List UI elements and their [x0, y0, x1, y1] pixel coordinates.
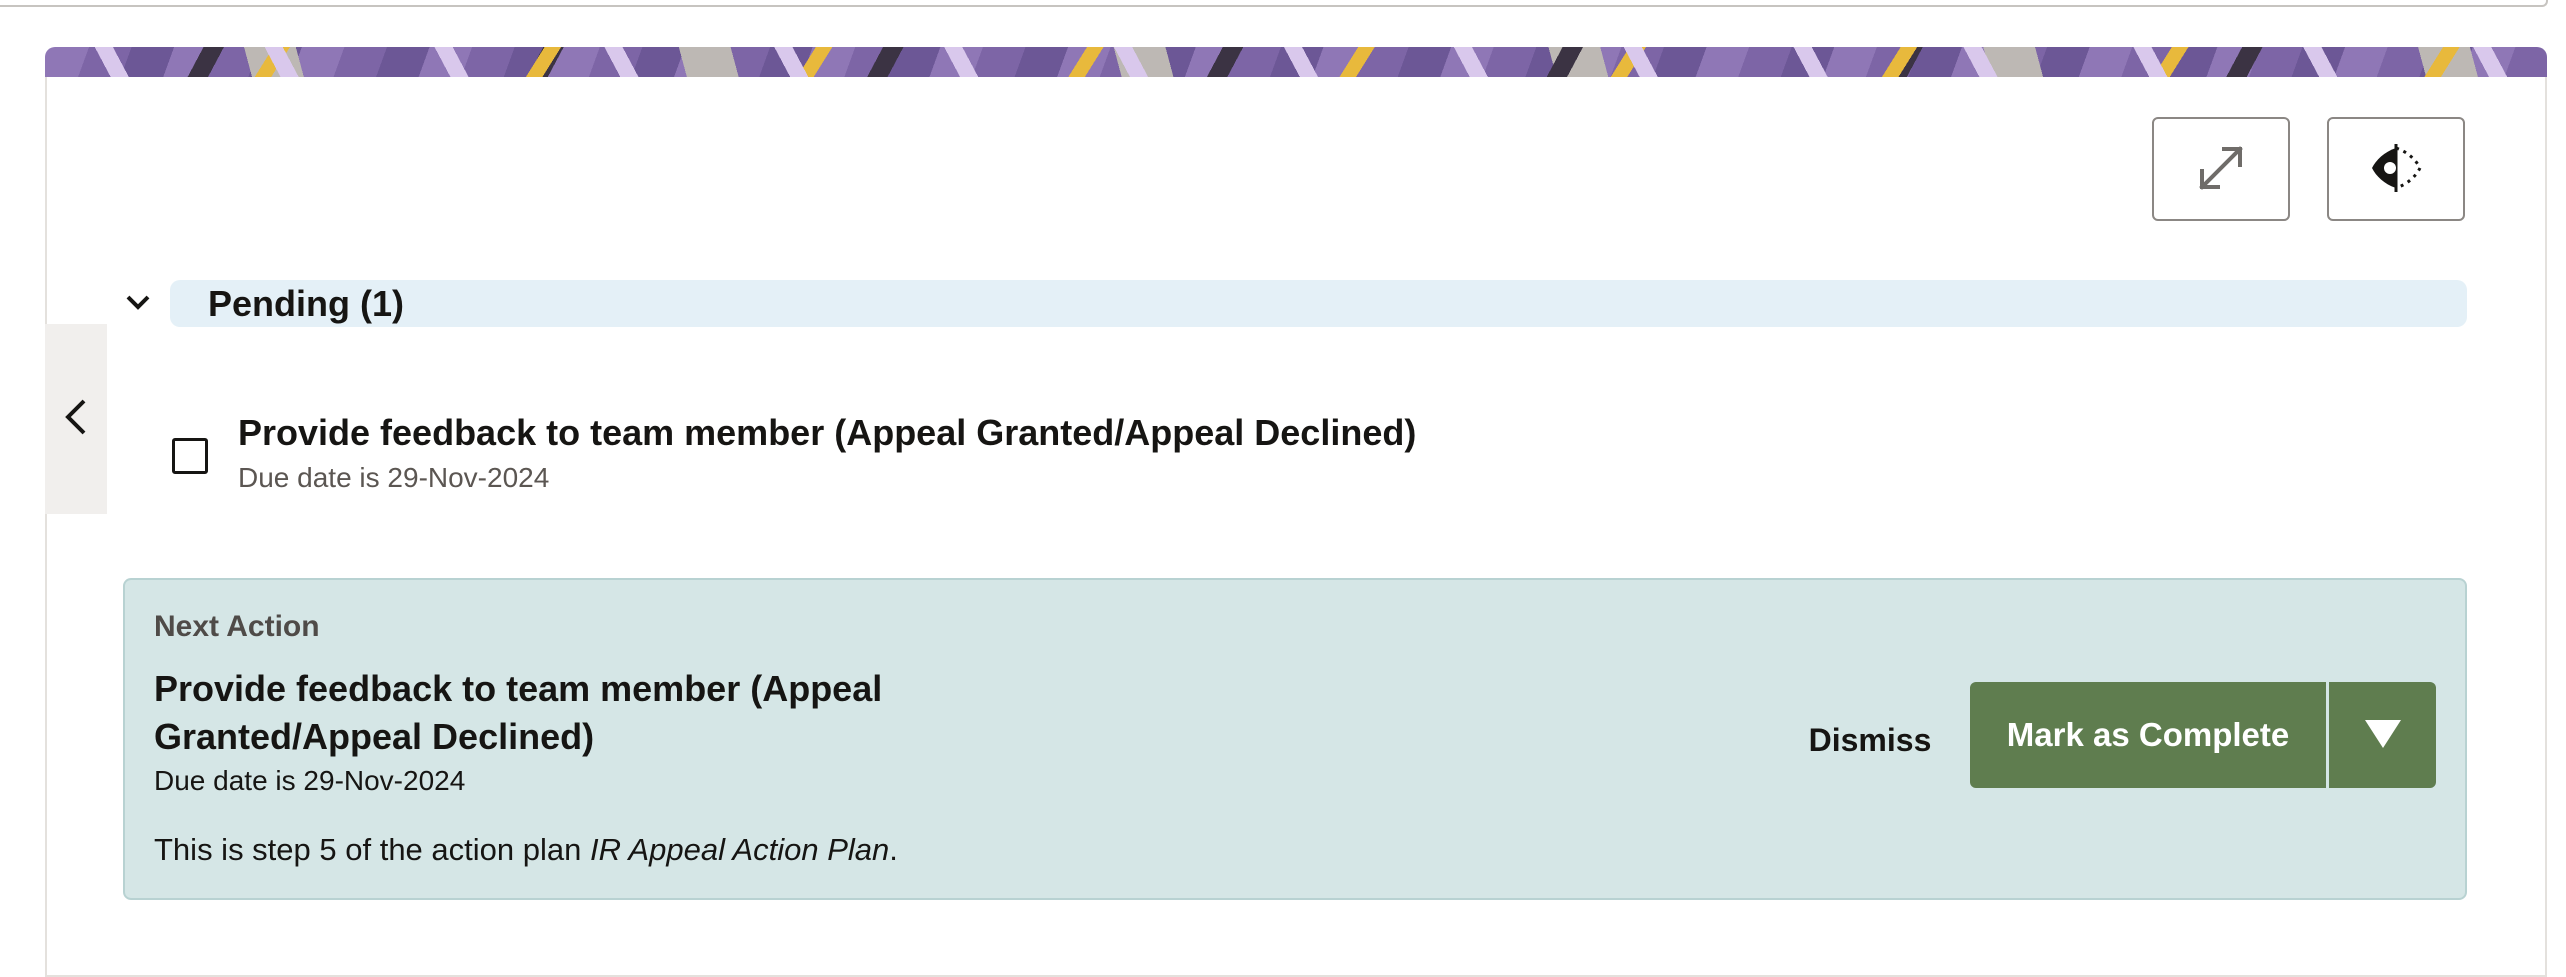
- chevron-down-icon: [124, 293, 152, 318]
- chevron-left-icon: [62, 395, 90, 444]
- top-border: [0, 0, 2548, 7]
- visibility-toggle-button[interactable]: [2327, 117, 2465, 221]
- pending-toggle[interactable]: [120, 287, 156, 323]
- task-due-date: Due date is 29-Nov-2024: [238, 462, 550, 493]
- expand-icon: [2194, 141, 2248, 198]
- expand-button[interactable]: [2152, 117, 2290, 221]
- task-checkbox[interactable]: [172, 438, 208, 474]
- caret-down-icon: [2363, 718, 2403, 753]
- next-action-title: Provide feedback to team member (Appeal …: [154, 668, 883, 757]
- pending-section-title: Pending (1): [208, 283, 404, 324]
- sidebar-collapse-tab[interactable]: [45, 324, 107, 514]
- complete-options-menu-button[interactable]: [2329, 682, 2436, 788]
- description-suffix: .: [889, 832, 898, 867]
- header-banner: [45, 47, 2547, 77]
- visibility-toggle-icon: [2368, 140, 2424, 199]
- task-title[interactable]: Provide feedback to team member (Appeal …: [238, 412, 1416, 454]
- next-action-due-date: Due date is 29-Nov-2024: [154, 765, 466, 796]
- mark-as-complete-button[interactable]: Mark as Complete: [1970, 682, 2326, 788]
- next-action-description: This is step 5 of the action plan IR App…: [154, 832, 898, 868]
- pending-header-band: [170, 280, 2467, 327]
- description-prefix: This is step 5 of the action plan: [154, 832, 590, 867]
- dismiss-button[interactable]: Dismiss: [1795, 715, 1945, 765]
- action-plan-name: IR Appeal Action Plan: [589, 832, 890, 867]
- next-action-label: Next Action: [154, 610, 320, 643]
